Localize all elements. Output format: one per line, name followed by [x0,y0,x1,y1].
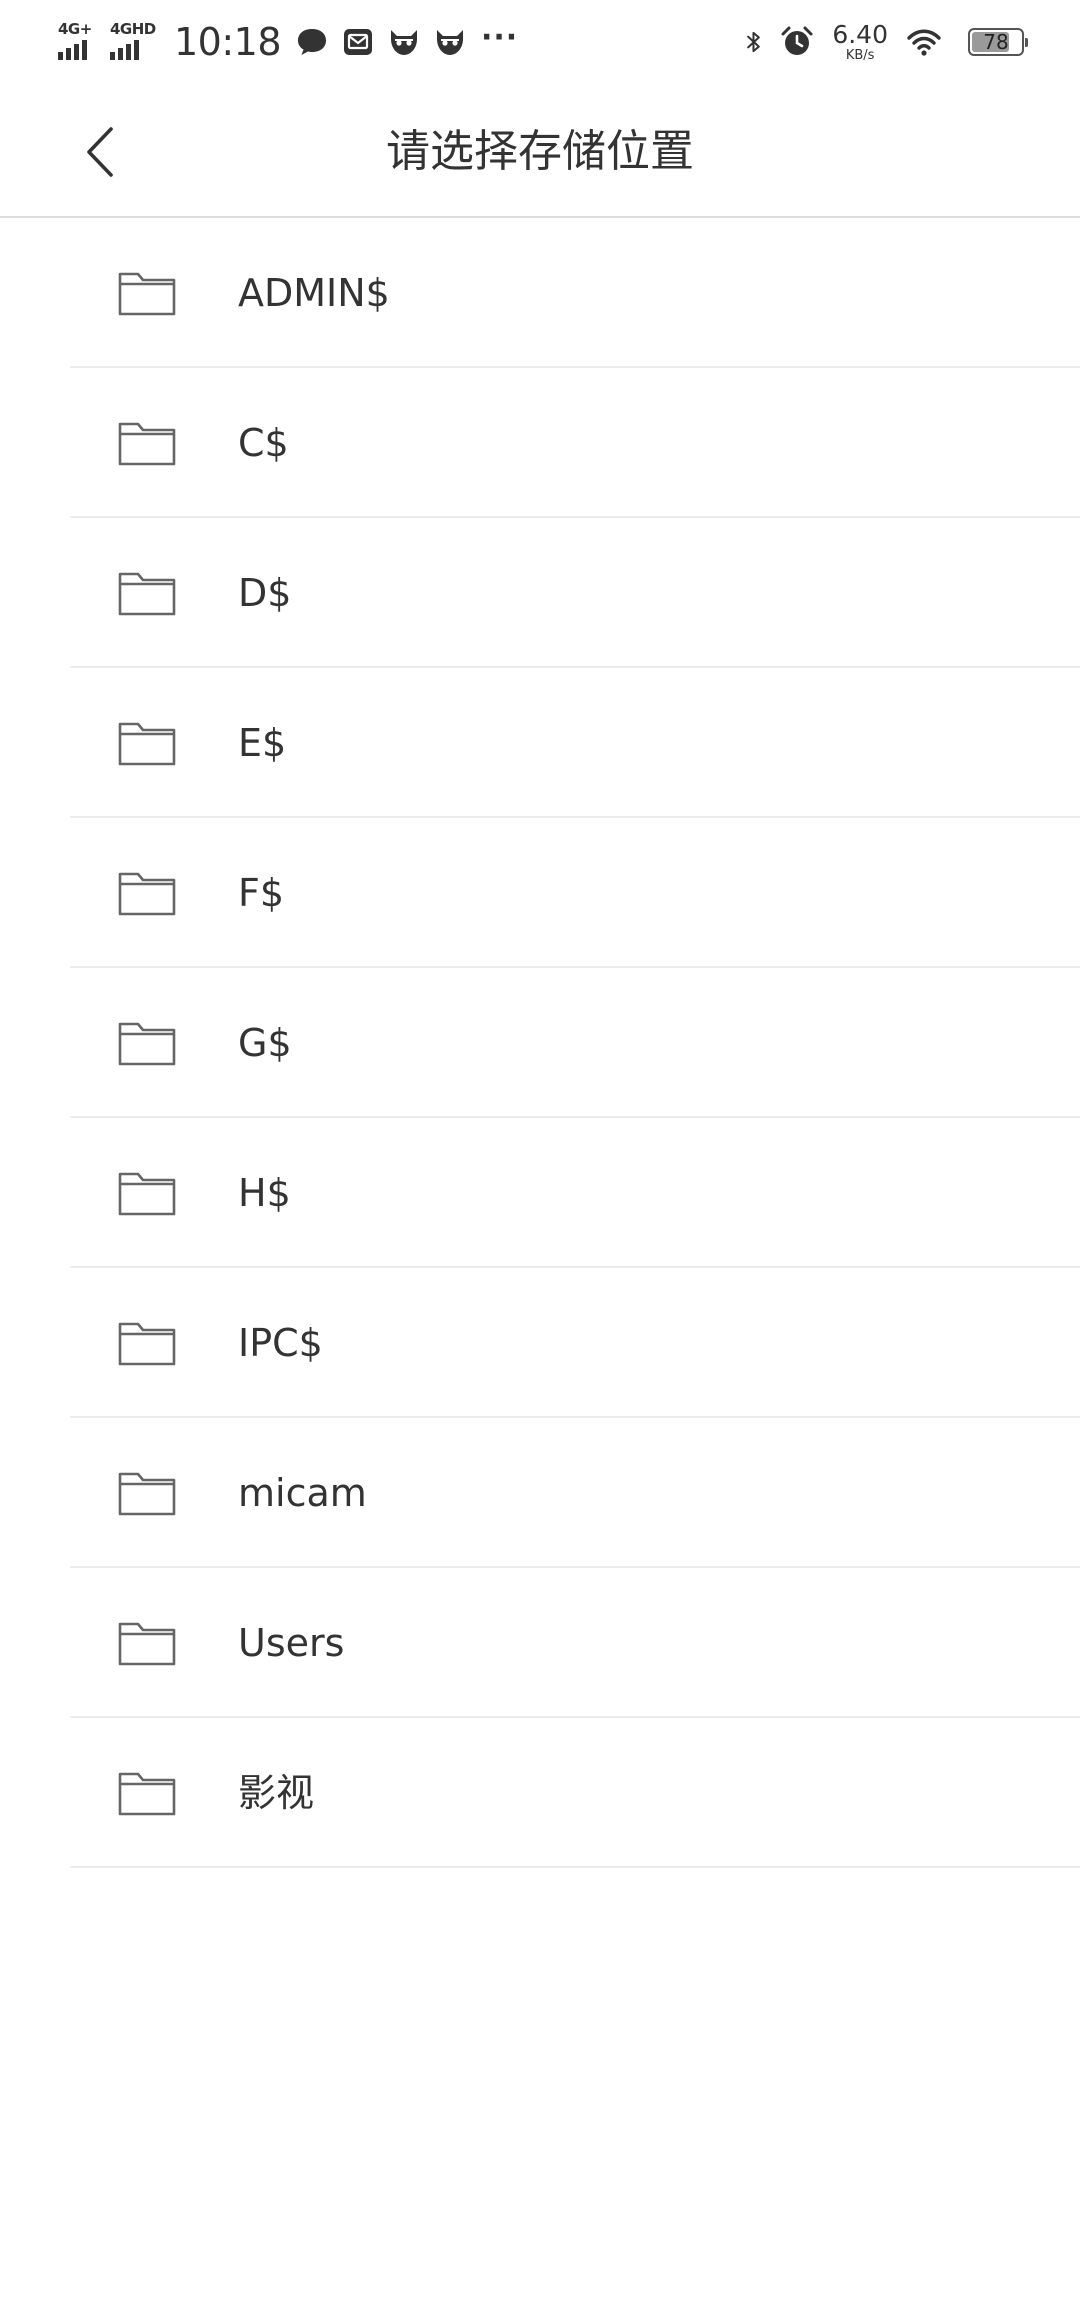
folder-name: ADMIN$ [238,271,390,315]
battery-level: 78 [983,30,1009,54]
cellular-signal-icon-2: 4GHD [110,22,156,62]
folder-icon [118,422,176,466]
folder-item-3[interactable]: D$ [0,518,1080,668]
app-mascot-icon-2 [437,30,464,55]
folder-item-1[interactable]: ADMIN$ [0,218,1080,368]
folder-icon [118,1622,176,1666]
folder-name: H$ [238,1171,291,1215]
status-left: 4G+ 4GHD 10:18 ··· [58,20,518,64]
app-mascot-icon [391,30,418,55]
folder-name: D$ [238,571,292,615]
mail-icon [344,29,373,55]
folder-icon [118,1172,176,1216]
network-speed-value: 6.40 [832,20,888,49]
folder-item-7[interactable]: H$ [0,1118,1080,1268]
status-right: 6.40 KB/s 78 [742,22,1028,62]
folder-name: IPC$ [238,1321,323,1365]
folder-item-9[interactable]: micam [0,1418,1080,1568]
top-app-bar: 请选择存储位置 [0,84,1080,218]
status-time: 10:18 [174,20,282,64]
chat-bubble-icon [298,29,327,55]
folder-list: ADMIN$ C$ D$ E$ F$ G$ H$ IPC$ micam User… [0,218,1080,1868]
folder-name: Users [238,1621,345,1665]
folder-icon [118,272,176,316]
battery-icon: 78 [968,28,1028,56]
folder-icon [118,1472,176,1516]
folder-icon [118,872,176,916]
folder-item-2[interactable]: C$ [0,368,1080,518]
folder-icon [118,1022,176,1066]
cellular-signal-icon: 4G+ [58,22,98,62]
folder-item-4[interactable]: E$ [0,668,1080,818]
folder-icon [118,572,176,616]
folder-item-11[interactable]: 影视 [0,1718,1080,1868]
folder-icon [118,1322,176,1366]
folder-name: G$ [238,1021,292,1065]
folder-name: micam [238,1471,367,1515]
network-speed-unit: KB/s [845,48,875,63]
alarm-icon [781,26,813,55]
folder-name: E$ [238,721,287,765]
network-type-label: 4G+ [58,20,92,38]
wifi-icon [907,29,941,56]
folder-name: 影视 [238,1771,315,1815]
folder-item-6[interactable]: G$ [0,968,1080,1118]
network-speed: 6.40 KB/s [832,22,888,62]
status-bar: 4G+ 4GHD 10:18 ··· 6.40 KB/s 78 [0,0,1080,84]
folder-icon [118,1772,176,1816]
page-title: 请选择存储位置 [386,126,694,177]
more-notifications-icon: ··· [481,20,519,55]
bluetooth-icon [747,31,761,53]
folder-item-8[interactable]: IPC$ [0,1268,1080,1418]
folder-item-5[interactable]: F$ [0,818,1080,968]
folder-name: F$ [238,871,285,915]
folder-icon [118,722,176,766]
network-type-label-2: 4GHD [110,20,156,38]
folder-item-10[interactable]: Users [0,1568,1080,1718]
folder-name: C$ [238,421,289,465]
